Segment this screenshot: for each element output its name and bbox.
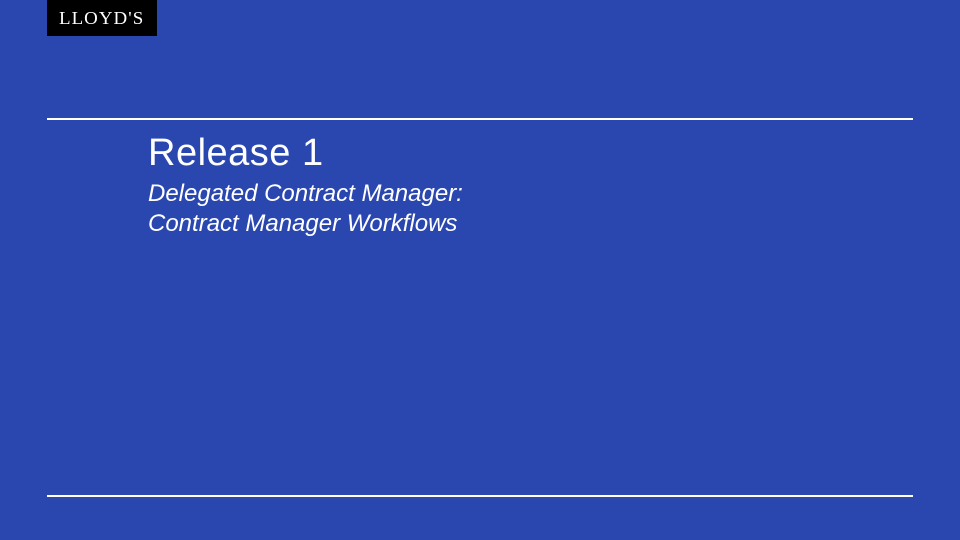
slide-title: Release 1 xyxy=(148,132,880,175)
brand-logo: LLOYD'S xyxy=(47,0,157,36)
slide-content: Release 1 Delegated Contract Manager: Co… xyxy=(148,132,880,239)
slide-subtitle: Delegated Contract Manager: Contract Man… xyxy=(148,179,880,239)
divider-top xyxy=(47,118,913,120)
brand-logo-text: LLOYD'S xyxy=(59,8,144,29)
divider-bottom xyxy=(47,495,913,497)
